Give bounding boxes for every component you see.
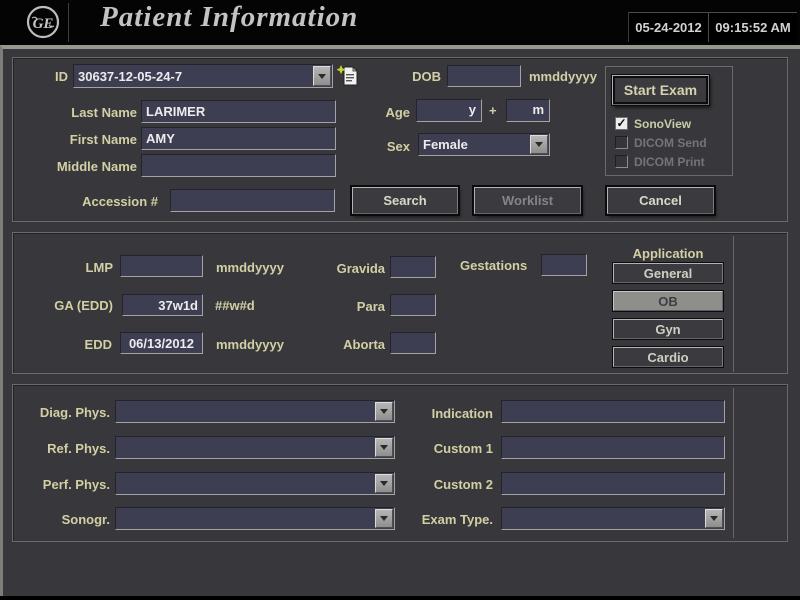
lmp-label: LMP [63,260,113,275]
sonogr-dropdown-button[interactable] [375,509,393,528]
dob-label: DOB [393,69,441,84]
custom2-input[interactable] [501,472,725,495]
application-divider [733,236,734,372]
para-label: Para [325,299,385,314]
gestations-input[interactable] [541,254,587,276]
ref-phys-label: Ref. Phys. [28,441,110,456]
ref-phys-dropdown-button[interactable] [375,438,393,457]
title-bar: GE Patient Information 05-24-2012 09:15:… [0,0,800,45]
age-years-input[interactable]: y [416,99,482,122]
chevron-down-icon [710,516,718,521]
perf-phys-label: Perf. Phys. [28,477,110,492]
chevron-down-icon [380,481,388,486]
diag-phys-combobox[interactable] [115,400,395,423]
ga-edd-label: GA (EDD) [43,298,113,313]
application-button-gyn[interactable]: Gyn [613,319,723,339]
chevron-down-icon [380,409,388,414]
accession-input[interactable] [170,189,335,212]
sonoview-checkbox[interactable]: ✓ [615,117,628,130]
worklist-button[interactable]: Worklist [474,187,581,214]
id-label: ID [30,69,68,84]
exam-type-label: Exam Type. [413,512,493,527]
start-exam-button[interactable]: Start Exam [612,75,709,105]
last-name-label: Last Name [57,105,137,120]
id-combobox[interactable]: 30637-12-05-24-7 [73,64,333,88]
datetime-display: 05-24-2012 09:15:52 AM [628,12,797,42]
middle-name-label: Middle Name [37,159,137,174]
ga-edd-input[interactable] [122,294,203,316]
chevron-down-icon [535,142,543,147]
last-name-input[interactable] [141,100,336,123]
diag-phys-label: Diag. Phys. [28,405,110,420]
first-name-input[interactable] [141,127,336,150]
lmp-format-hint: mmddyyyy [216,260,284,275]
edd-label: EDD [62,337,112,352]
check-icon: ✓ [616,118,627,129]
indication-label: Indication [420,406,493,421]
custom1-label: Custom 1 [420,441,493,456]
dicom-send-checkbox[interactable] [615,136,628,149]
date-display: 05-24-2012 [629,13,709,42]
ref-phys-combobox[interactable] [115,436,395,459]
gravida-label: Gravida [325,261,385,276]
chevron-down-icon [318,74,326,79]
age-label: Age [378,105,410,120]
age-months-input[interactable]: m [506,99,550,122]
dob-input[interactable] [447,65,521,87]
sex-combobox[interactable]: Female [418,133,550,156]
aborta-input[interactable] [390,332,436,354]
gravida-input[interactable] [390,256,436,278]
search-button[interactable]: Search [352,187,458,214]
first-name-label: First Name [57,132,137,147]
indication-input[interactable] [501,400,725,423]
sonogr-combobox[interactable] [115,507,395,530]
custom2-label: Custom 2 [420,477,493,492]
cancel-button[interactable]: Cancel [607,187,714,214]
dob-format-hint: mmddyyyy [529,69,597,84]
sonoview-checkbox-label: SonoView [634,117,691,131]
age-months-unit: m [532,102,544,117]
new-patient-icon[interactable] [337,63,361,88]
ge-logo-icon: GE [26,5,60,39]
application-button-cardio[interactable]: Cardio [613,347,723,367]
exam-type-dropdown-button[interactable] [705,509,723,528]
application-button-ob[interactable]: OB [613,291,723,311]
id-dropdown-button[interactable] [313,66,331,86]
sex-label: Sex [378,139,410,154]
patient-information-screen: { "colors": { "panel_bg": "#38383c", "fi… [0,0,800,600]
age-years-unit: y [469,102,476,117]
perf-phys-combobox[interactable] [115,472,395,495]
time-display: 09:15:52 AM [709,13,797,42]
dicom-print-checkbox-label: DICOM Print [634,155,705,169]
id-value: 30637-12-05-24-7 [78,69,182,84]
edd-input[interactable] [120,332,203,354]
exam-column-divider [733,388,734,538]
page-title: Patient Information [100,1,358,34]
perf-phys-dropdown-button[interactable] [375,474,393,493]
edd-format-hint: mmddyyyy [216,337,284,352]
dicom-send-checkbox-label: DICOM Send [634,136,707,150]
chevron-down-icon [380,445,388,450]
application-button-general[interactable]: General [613,263,723,283]
custom1-input[interactable] [501,436,725,459]
age-plus-separator: + [489,103,497,118]
titlebar-divider [68,3,69,42]
application-label: Application [628,246,708,261]
aborta-label: Aborta [325,337,385,352]
diag-phys-dropdown-button[interactable] [375,402,393,421]
ga-format-hint: ##w#d [215,298,255,313]
lmp-input[interactable] [120,255,203,277]
chevron-down-icon [380,516,388,521]
accession-label: Accession # [58,194,158,209]
svg-text:GE: GE [33,16,54,32]
sonogr-label: Sonogr. [28,512,110,527]
para-input[interactable] [390,294,436,316]
exam-type-combobox[interactable] [501,507,725,530]
sex-dropdown-button[interactable] [530,135,548,154]
sex-value: Female [423,137,468,152]
dicom-print-checkbox[interactable] [615,155,628,168]
gestations-label: Gestations [460,258,534,273]
middle-name-input[interactable] [141,154,336,177]
